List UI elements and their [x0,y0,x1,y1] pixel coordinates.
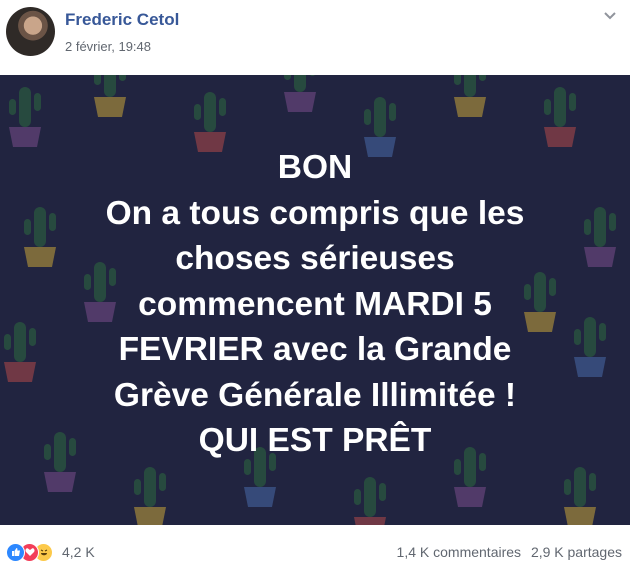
post-banner: BON On a tous compris que les choses sér… [0,75,630,525]
post-header: Frederic Cetol 2 février, 19:48 [0,0,630,75]
post-stats: 1,4 K commentaires 2,9 K partages [391,544,622,560]
banner-line: Grève Générale Illimitée ! [113,376,517,414]
banner-line: commencent MARDI 5 [138,285,492,323]
shares-count[interactable]: 2,9 K partages [531,544,622,560]
author-name[interactable]: Frederic Cetol [65,10,179,30]
banner-text: BON On a tous compris que les choses sér… [30,145,600,464]
avatar[interactable] [6,7,55,56]
chevron-down-icon[interactable] [602,10,618,22]
banner-line: BON [277,149,353,186]
like-icon [6,542,25,562]
banner-line: On a tous compris que les [105,194,525,232]
banner-line: QUI EST PRÊT [198,422,432,459]
post-footer: 4,2 K 1,4 K commentaires 2,9 K partages [0,530,630,575]
banner-line: FEVRIER avec la Grande [118,331,512,368]
banner-line: choses sérieuses [175,240,455,277]
post-timestamp[interactable]: 2 février, 19:48 [65,39,151,54]
reactions-summary[interactable]: 4,2 K [6,542,95,562]
reaction-count[interactable]: 4,2 K [62,544,95,560]
comments-count[interactable]: 1,4 K commentaires [397,544,522,560]
